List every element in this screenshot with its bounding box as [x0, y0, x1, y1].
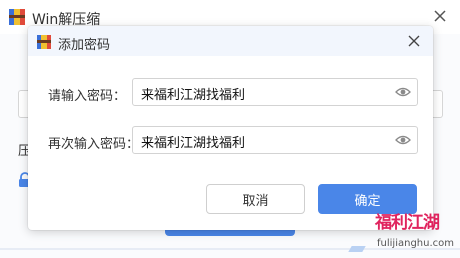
app-icon: [9, 9, 25, 25]
password-label: 请输入密码：: [48, 89, 127, 104]
parent-input-edge: [432, 90, 443, 118]
confirm-password-label: 再次输入密码：: [48, 137, 140, 152]
watermark-url: fulijianghu.com: [377, 238, 454, 249]
confirm-password-value: 来福利江湖找福利: [141, 136, 246, 151]
eye-icon[interactable]: [395, 134, 411, 146]
eye-icon[interactable]: [395, 86, 411, 98]
password-input[interactable]: 来福利江湖找福利: [132, 78, 418, 106]
decoration: [348, 246, 366, 252]
watermark-logo: 福利江湖: [375, 213, 440, 233]
close-icon[interactable]: [408, 35, 420, 47]
watermark: 福利江湖 fulijianghu.com: [375, 208, 460, 258]
cancel-button[interactable]: 取消: [206, 184, 305, 214]
app-icon: [37, 35, 51, 49]
dialog-title: 添加密码: [58, 38, 111, 53]
confirm-password-input[interactable]: 来福利江湖找福利: [132, 126, 418, 154]
dialog-titlebar: 添加密码: [28, 26, 433, 56]
add-password-dialog: 添加密码 请输入密码： 来福利江湖找福利 再次输入密码： 来福利江湖找福利 取消…: [28, 26, 433, 230]
password-value: 来福利江湖找福利: [141, 88, 246, 103]
close-icon[interactable]: [431, 7, 449, 25]
